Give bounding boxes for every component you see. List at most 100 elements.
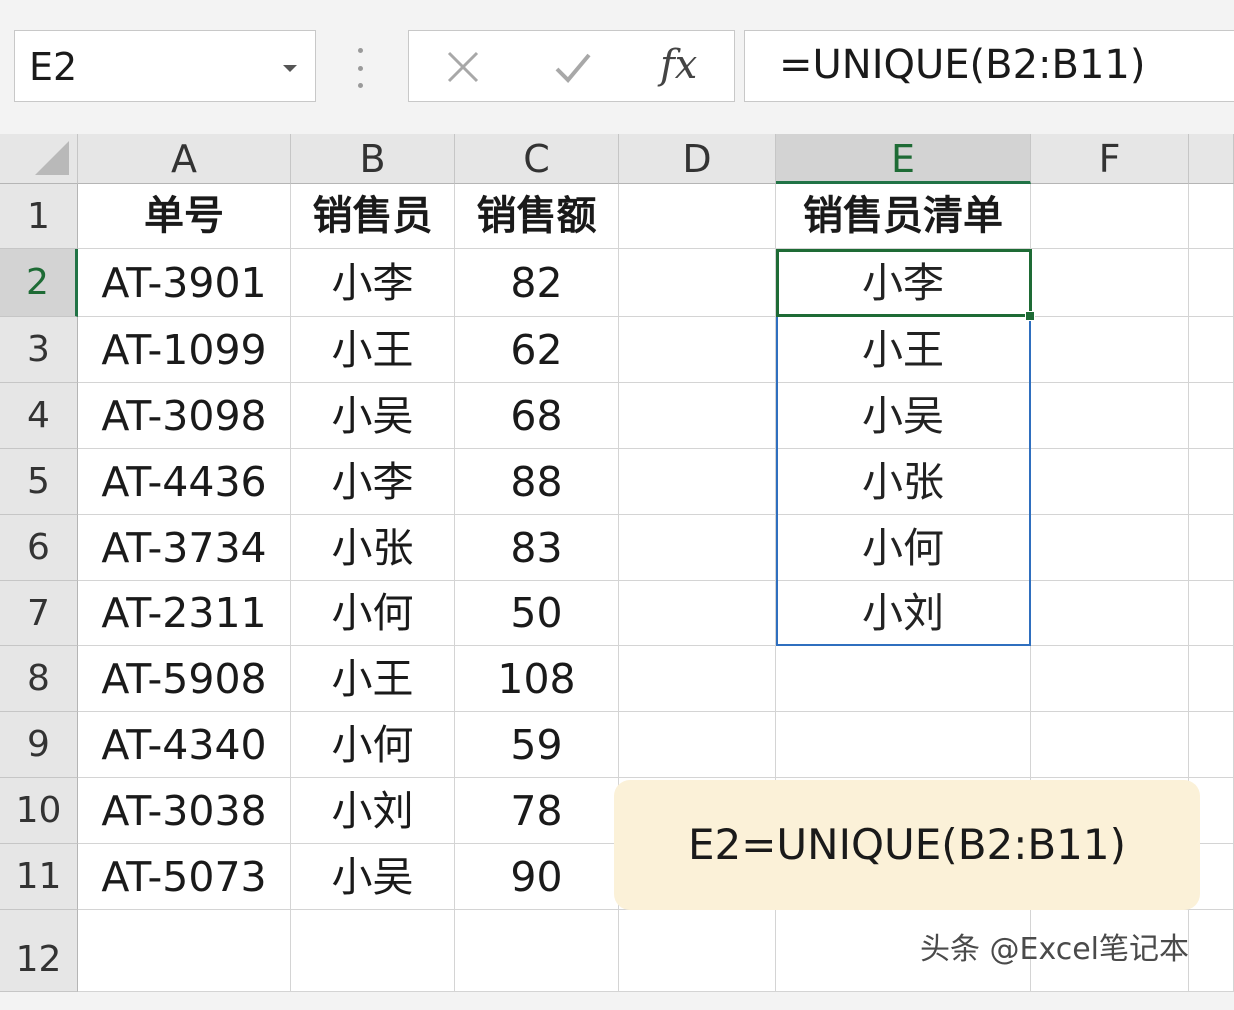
cell-b5[interactable]: 小李 <box>291 449 455 515</box>
row-header-7[interactable]: 7 <box>0 581 78 646</box>
cell-d4[interactable] <box>619 383 776 449</box>
cell-b3[interactable]: 小王 <box>291 317 455 383</box>
row-header-1[interactable]: 1 <box>0 184 78 249</box>
cell-f6[interactable] <box>1031 515 1189 581</box>
cell-a3[interactable]: AT-1099 <box>78 317 291 383</box>
cell-d6[interactable] <box>619 515 776 581</box>
cell-g5[interactable] <box>1189 449 1234 515</box>
cell-a7[interactable]: AT-2311 <box>78 581 291 646</box>
cell-f1[interactable] <box>1031 184 1189 249</box>
cell-b9[interactable]: 小何 <box>291 712 455 778</box>
row-header-9[interactable]: 9 <box>0 712 78 778</box>
cell-e3[interactable]: 小王 <box>776 317 1031 383</box>
cell-e8[interactable] <box>776 646 1031 712</box>
cell-g6[interactable] <box>1189 515 1234 581</box>
column-header-g[interactable] <box>1189 134 1234 184</box>
cell-g1[interactable] <box>1189 184 1234 249</box>
cell-c10[interactable]: 78 <box>455 778 619 844</box>
cell-a6[interactable]: AT-3734 <box>78 515 291 581</box>
cell-a1[interactable]: 单号 <box>78 184 291 249</box>
cell-d3[interactable] <box>619 317 776 383</box>
row-header-4[interactable]: 4 <box>0 383 78 449</box>
cell-a12[interactable] <box>78 910 291 992</box>
cell-a2[interactable]: AT-3901 <box>78 249 291 317</box>
cell-e5[interactable]: 小张 <box>776 449 1031 515</box>
cell-e7[interactable]: 小刘 <box>776 581 1031 646</box>
fill-handle[interactable] <box>1025 311 1035 321</box>
row-header-12[interactable]: 12 <box>0 910 78 992</box>
cell-b10[interactable]: 小刘 <box>291 778 455 844</box>
cell-c11[interactable]: 90 <box>455 844 619 910</box>
cell-e9[interactable] <box>776 712 1031 778</box>
cell-b2[interactable]: 小李 <box>291 249 455 317</box>
column-header-b[interactable]: B <box>291 134 455 184</box>
cell-d8[interactable] <box>619 646 776 712</box>
cell-d1[interactable] <box>619 184 776 249</box>
cell-g4[interactable] <box>1189 383 1234 449</box>
cell-d5[interactable] <box>619 449 776 515</box>
cell-g7[interactable] <box>1189 581 1234 646</box>
cell-e4[interactable]: 小吴 <box>776 383 1031 449</box>
cell-c7[interactable]: 50 <box>455 581 619 646</box>
cell-f9[interactable] <box>1031 712 1189 778</box>
row-header-8[interactable]: 8 <box>0 646 78 712</box>
cell-f5[interactable] <box>1031 449 1189 515</box>
column-header-c[interactable]: C <box>455 134 619 184</box>
cell-f3[interactable] <box>1031 317 1189 383</box>
cell-g12[interactable] <box>1189 910 1234 992</box>
chevron-down-icon[interactable] <box>283 65 297 72</box>
select-all-button[interactable] <box>0 134 78 184</box>
cell-d12[interactable] <box>619 910 776 992</box>
row-header-3[interactable]: 3 <box>0 317 78 383</box>
row-header-2[interactable]: 2 <box>0 249 78 317</box>
row-header-5[interactable]: 5 <box>0 449 78 515</box>
cell-c2[interactable]: 82 <box>455 249 619 317</box>
cell-b7[interactable]: 小何 <box>291 581 455 646</box>
cell-a11[interactable]: AT-5073 <box>78 844 291 910</box>
cell-a9[interactable]: AT-4340 <box>78 712 291 778</box>
cell-f8[interactable] <box>1031 646 1189 712</box>
cell-d2[interactable] <box>619 249 776 317</box>
cell-g9[interactable] <box>1189 712 1234 778</box>
cell-d7[interactable] <box>619 581 776 646</box>
cell-b8[interactable]: 小王 <box>291 646 455 712</box>
close-icon[interactable] <box>443 47 483 87</box>
cell-a8[interactable]: AT-5908 <box>78 646 291 712</box>
cell-a5[interactable]: AT-4436 <box>78 449 291 515</box>
row-header-11[interactable]: 11 <box>0 844 78 910</box>
fx-icon[interactable]: fx <box>660 43 697 87</box>
formula-input[interactable]: =UNIQUE(B2:B11) <box>744 30 1234 102</box>
cell-c8[interactable]: 108 <box>455 646 619 712</box>
cell-b1[interactable]: 销售员 <box>291 184 455 249</box>
cell-c5[interactable]: 88 <box>455 449 619 515</box>
cell-f4[interactable] <box>1031 383 1189 449</box>
cell-a4[interactable]: AT-3098 <box>78 383 291 449</box>
cell-b11[interactable]: 小吴 <box>291 844 455 910</box>
cell-b4[interactable]: 小吴 <box>291 383 455 449</box>
cell-a10[interactable]: AT-3038 <box>78 778 291 844</box>
formula-bar-grip[interactable] <box>356 48 364 88</box>
cell-e6[interactable]: 小何 <box>776 515 1031 581</box>
name-box[interactable]: E2 <box>14 30 316 102</box>
cell-e1[interactable]: 销售员清单 <box>776 184 1031 249</box>
cell-f7[interactable] <box>1031 581 1189 646</box>
cell-b6[interactable]: 小张 <box>291 515 455 581</box>
cell-c4[interactable]: 68 <box>455 383 619 449</box>
column-header-f[interactable]: F <box>1031 134 1189 184</box>
cell-c12[interactable] <box>455 910 619 992</box>
check-icon[interactable] <box>553 47 593 87</box>
column-header-e[interactable]: E <box>776 134 1031 184</box>
cell-c9[interactable]: 59 <box>455 712 619 778</box>
column-header-a[interactable]: A <box>78 134 291 184</box>
row-header-6[interactable]: 6 <box>0 515 78 581</box>
cell-d9[interactable] <box>619 712 776 778</box>
cell-e2[interactable]: 小李 <box>776 249 1031 317</box>
cell-c6[interactable]: 83 <box>455 515 619 581</box>
cell-b12[interactable] <box>291 910 455 992</box>
cell-c1[interactable]: 销售额 <box>455 184 619 249</box>
cell-c3[interactable]: 62 <box>455 317 619 383</box>
cell-g8[interactable] <box>1189 646 1234 712</box>
cell-g2[interactable] <box>1189 249 1234 317</box>
cell-g3[interactable] <box>1189 317 1234 383</box>
cell-f2[interactable] <box>1031 249 1189 317</box>
